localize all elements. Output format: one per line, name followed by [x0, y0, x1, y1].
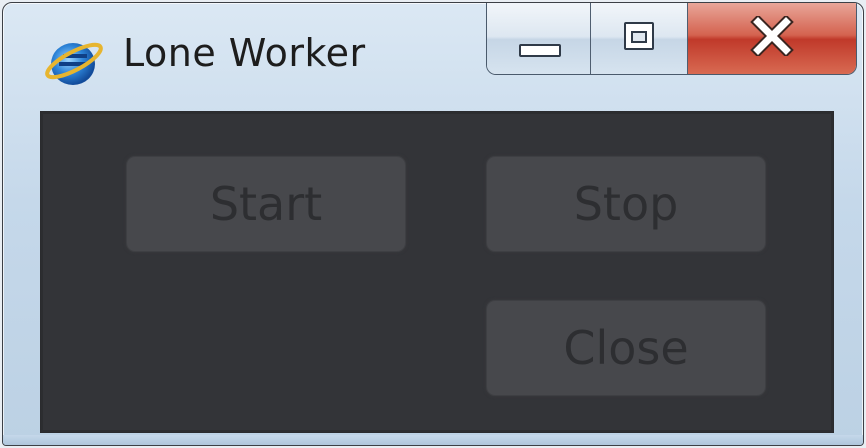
internet-explorer-icon — [45, 42, 103, 85]
caption-buttons — [486, 3, 857, 75]
close-button[interactable]: Close — [486, 300, 766, 396]
close-icon — [750, 16, 794, 56]
minimize-icon — [519, 44, 561, 57]
minimize-button[interactable] — [487, 3, 592, 74]
app-window: Lone Worker Start Stop Close — [2, 2, 864, 446]
window-frame-bottom — [3, 435, 863, 445]
maximize-icon — [624, 22, 655, 50]
window-title: Lone Worker — [123, 31, 366, 75]
start-button[interactable]: Start — [126, 156, 406, 252]
client-area: Start Stop Close — [40, 111, 834, 433]
maximize-button[interactable] — [591, 3, 688, 74]
stop-button[interactable]: Stop — [486, 156, 766, 252]
close-window-button[interactable] — [687, 3, 856, 74]
title-bar[interactable]: Lone Worker — [3, 3, 863, 107]
